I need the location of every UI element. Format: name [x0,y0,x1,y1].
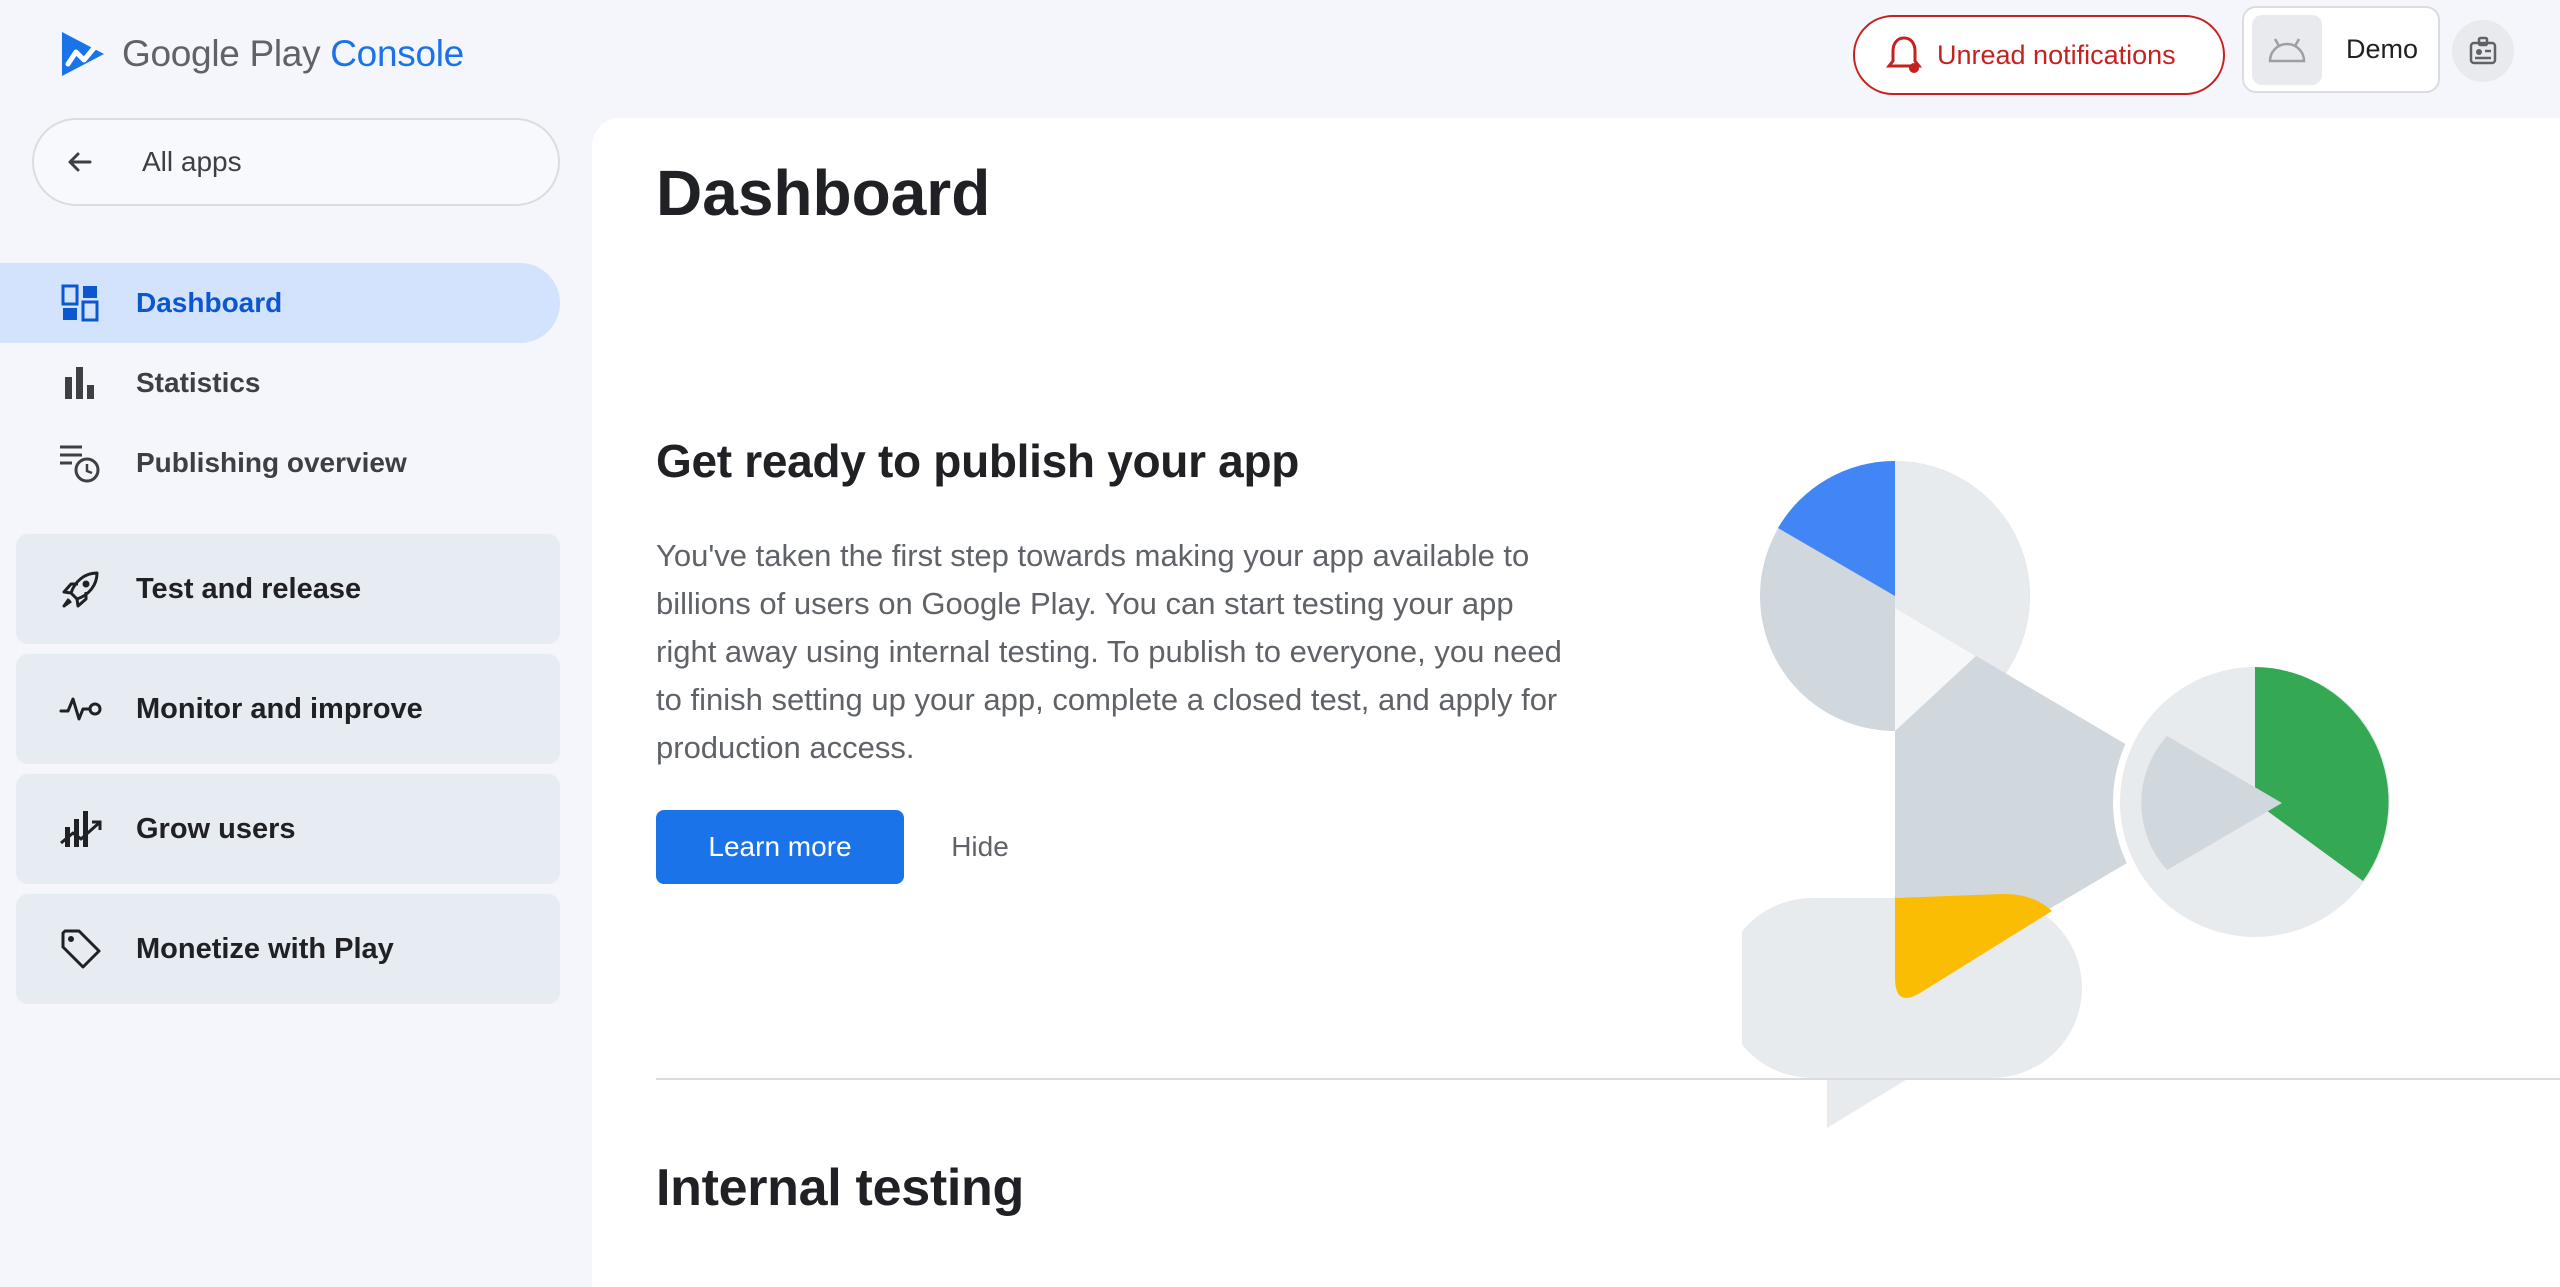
sidebar-group-label: Grow users [136,812,296,845]
sidebar-group-grow-users[interactable]: Grow users [16,774,560,884]
sidebar-item-publishing-overview[interactable]: Publishing overview [0,423,560,503]
vitals-icon [58,686,104,732]
page-title: Dashboard [656,157,991,229]
learn-more-button[interactable]: Learn more [656,810,904,884]
publish-illustration [1742,460,2397,1128]
grow-users-icon [58,806,104,852]
app-name: Demo [2346,34,2419,64]
notifications-label: Unread notifications [1937,39,2176,70]
sidebar: All apps Dashboard Statistics Publishing… [0,118,590,1287]
all-apps-label: All apps [142,146,242,177]
sidebar-item-statistics[interactable]: Statistics [0,343,560,423]
arrow-back-icon [68,152,92,172]
sidebar-item-label: Dashboard [136,287,283,318]
promo-body: You've taken the first step towards maki… [656,538,1562,765]
dashboard-icon [58,281,102,325]
sidebar-group-monetize-with-play[interactable]: Monetize with Play [16,894,560,1004]
logo-brand: Google Play [122,33,321,74]
top-bar: Google Play Console Unread notifications… [0,0,2560,118]
sidebar-group-label: Monetize with Play [136,932,394,965]
sidebar-group-test-and-release[interactable]: Test and release [16,534,560,644]
sidebar-group-label: Monitor and improve [136,692,423,725]
android-icon [2268,37,2306,62]
sidebar-group-label: Test and release [136,572,362,605]
all-apps-button[interactable]: All apps [32,118,560,206]
play-console-logo-icon [62,32,104,76]
publishing-overview-icon [58,441,102,485]
rocket-icon [58,566,104,612]
hide-button[interactable]: Hide [938,810,1022,884]
sidebar-item-label: Statistics [136,367,261,398]
unread-notifications-button[interactable]: Unread notifications [1853,15,2225,95]
account-button[interactable] [2452,20,2514,82]
bell-icon [1885,36,1923,73]
section-divider [656,1078,2560,1080]
play-console-logo[interactable]: Google Play Console [58,26,464,82]
internal-testing-title: Internal testing [656,1159,1024,1217]
app-selector[interactable]: Demo [2242,6,2440,93]
logo-text: Google Play Console [122,33,464,75]
tag-icon [58,926,104,972]
sidebar-item-label: Publishing overview [136,447,407,478]
sidebar-group-monitor-and-improve[interactable]: Monitor and improve [16,654,560,764]
sidebar-item-dashboard[interactable]: Dashboard [0,263,560,343]
main-content: Dashboard Get ready to publish your app … [592,118,2560,1287]
account-badge-icon [2469,36,2497,65]
promo-heading: Get ready to publish your app [656,435,1300,487]
bar-chart-icon [58,361,102,405]
app-icon [2252,14,2322,85]
logo-product: Console [330,33,464,74]
